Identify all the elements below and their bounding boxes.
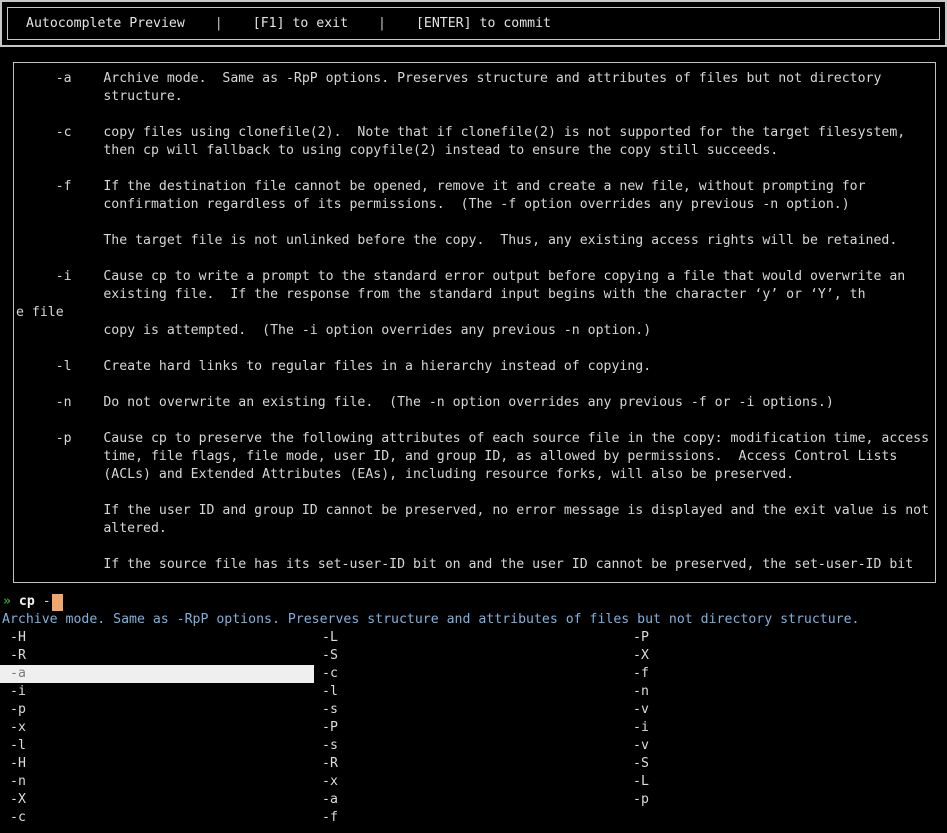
completion-option[interactable]: -c	[0, 809, 314, 827]
man-line	[16, 340, 935, 358]
man-line: confirmation regardless of its permissio…	[16, 196, 935, 214]
completion-option[interactable]: -v	[625, 701, 947, 719]
app-title: Autocomplete Preview	[26, 15, 185, 33]
man-line: -f If the destination file cannot be ope…	[16, 178, 935, 196]
man-page-text: -a Archive mode. Same as -RpP options. P…	[16, 70, 935, 574]
header-separator: |	[378, 15, 386, 33]
man-line: altered.	[16, 520, 935, 538]
man-line: If the source file has its set-user-ID b…	[16, 556, 935, 574]
man-line: e file	[16, 304, 935, 322]
completion-option[interactable]: -H	[0, 755, 314, 773]
man-line: existing file. If the response from the …	[16, 286, 935, 304]
completion-option[interactable]: -l	[0, 737, 314, 755]
completion-option[interactable]: -X	[625, 647, 947, 665]
completion-option[interactable]: -i	[625, 719, 947, 737]
man-line: -c copy files using clonefile(2). Note t…	[16, 124, 935, 142]
completion-option[interactable]: -f	[314, 809, 625, 827]
man-line	[16, 160, 935, 178]
man-line: then cp will fallback to using copyfile(…	[16, 142, 935, 160]
prompt-command: cp	[19, 593, 35, 611]
completion-option[interactable]: -x	[314, 773, 625, 791]
text-cursor	[52, 594, 63, 611]
man-line: copy is attempted. (The -i option overri…	[16, 322, 935, 340]
completion-option[interactable]: -a	[314, 791, 625, 809]
completion-option[interactable]: -c	[314, 665, 625, 683]
man-line: -a Archive mode. Same as -RpP options. P…	[16, 70, 935, 88]
man-line: The target file is not unlinked before t…	[16, 232, 935, 250]
completion-option[interactable]: -P	[625, 629, 947, 647]
prompt-argument: -	[35, 593, 51, 611]
completion-option[interactable]: -s	[314, 737, 625, 755]
completion-option[interactable]: -P	[314, 719, 625, 737]
completion-option[interactable]: -R	[314, 755, 625, 773]
man-line: -n Do not overwrite an existing file. (T…	[16, 394, 935, 412]
completion-option[interactable]: -n	[625, 683, 947, 701]
man-line: structure.	[16, 88, 935, 106]
command-prompt[interactable]: » cp -	[0, 593, 947, 611]
man-line	[16, 214, 935, 232]
header-frame: Autocomplete Preview | [F1] to exit | [E…	[0, 0, 947, 47]
completion-option[interactable]: -p	[625, 791, 947, 809]
man-line: time, file flags, file mode, user ID, an…	[16, 448, 935, 466]
completion-option[interactable]: -a	[0, 665, 314, 683]
suggestion-description: Archive mode. Same as -RpP options. Pres…	[0, 611, 947, 629]
completion-option[interactable]: -s	[314, 701, 625, 719]
man-line: -l Create hard links to regular files in…	[16, 358, 935, 376]
completion-option[interactable]: -p	[0, 701, 314, 719]
man-line	[16, 250, 935, 268]
completion-option[interactable]: -n	[0, 773, 314, 791]
man-line	[16, 538, 935, 556]
completion-option[interactable]: -H	[0, 629, 314, 647]
man-line: (ACLs) and Extended Attributes (EAs), in…	[16, 466, 935, 484]
completion-option[interactable]: -v	[625, 737, 947, 755]
man-line	[16, 412, 935, 430]
prompt-symbol: »	[3, 593, 11, 611]
man-line	[16, 106, 935, 124]
completion-option[interactable]: -f	[625, 665, 947, 683]
completion-option[interactable]: -R	[0, 647, 314, 665]
completion-option[interactable]: -L	[314, 629, 625, 647]
completion-option[interactable]: -X	[0, 791, 314, 809]
man-line: -i Cause cp to write a prompt to the sta…	[16, 268, 935, 286]
man-line: If the user ID and group ID cannot be pr…	[16, 502, 935, 520]
completion-option[interactable]: -x	[0, 719, 314, 737]
completion-option[interactable]: -S	[625, 755, 947, 773]
completion-option[interactable]: -L	[625, 773, 947, 791]
exit-hint: [F1] to exit	[253, 15, 348, 33]
commit-hint: [ENTER] to commit	[416, 15, 551, 33]
man-line	[16, 376, 935, 394]
man-line	[16, 484, 935, 502]
man-line: -p Cause cp to preserve the following at…	[16, 430, 935, 448]
completions-grid: -H-L-P-R-S-X-a-c-f-i-l-n-p-s-v-x-P-i-l-s…	[0, 629, 947, 827]
header-bar: Autocomplete Preview | [F1] to exit | [E…	[7, 7, 940, 40]
header-separator: |	[215, 15, 223, 33]
completion-option[interactable]: -i	[0, 683, 314, 701]
man-page-pane[interactable]: -a Archive mode. Same as -RpP options. P…	[13, 62, 936, 583]
completion-option[interactable]: -l	[314, 683, 625, 701]
completion-option[interactable]: -S	[314, 647, 625, 665]
